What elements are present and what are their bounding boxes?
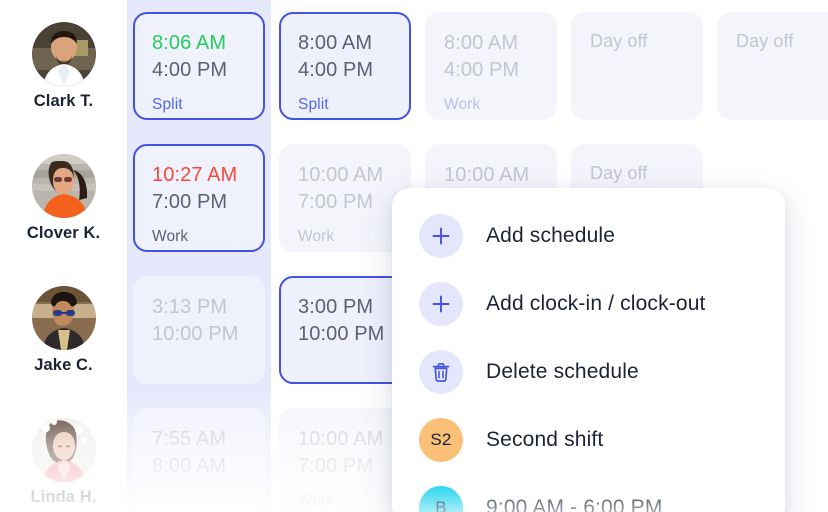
clock-in-time: 3:13 PM — [152, 296, 228, 318]
shift-badge-b: B — [419, 486, 463, 512]
trash-icon — [419, 350, 463, 394]
dayoff-label: Day off — [736, 31, 794, 51]
clock-in-time: 10:00 AM — [444, 164, 530, 186]
shift-label: Work — [298, 492, 335, 509]
clock-in-time: 8:06 AM — [152, 32, 227, 54]
employee-cell[interactable]: Clark T. — [0, 0, 127, 132]
clock-out-time: 10:00 PM — [152, 323, 239, 345]
clock-in-time: 10:00 AM — [298, 164, 384, 186]
dayoff-card[interactable]: Day off — [571, 12, 703, 120]
menu-item-label: 9:00 AM - 6:00 PM — [486, 496, 663, 512]
clock-in-time: 8:00 AM — [444, 32, 519, 54]
clock-out-time: 10:00 PM — [298, 323, 385, 345]
employee-name: Clover K. — [26, 224, 101, 243]
shift-label: Work — [152, 228, 189, 245]
menu-item-second-shift[interactable]: S2 Second shift — [392, 406, 785, 474]
shift-label: Work — [444, 96, 481, 113]
menu-item-label: Second shift — [486, 428, 604, 451]
employee-cell[interactable]: Jake C. — [0, 264, 127, 396]
schedule-cell[interactable]: 8:06 AM 4:00 PM Split — [133, 12, 265, 120]
menu-item-label: Delete schedule — [486, 360, 639, 383]
shift-label: Split — [298, 96, 329, 113]
menu-item-delete-schedule[interactable]: Delete schedule — [392, 338, 785, 406]
shift-label: Split — [152, 96, 183, 113]
menu-item-shift-b[interactable]: B 9:00 AM - 6:00 PM — [392, 474, 785, 512]
employee-cell[interactable]: Linda H. — [0, 396, 127, 512]
avatar — [31, 22, 96, 87]
clock-out-time: 4:00 PM — [298, 59, 374, 81]
plus-icon — [419, 214, 463, 258]
shift-card[interactable]: 8:06 AM 4:00 PM Split — [133, 12, 265, 120]
plus-icon — [419, 282, 463, 326]
clock-in-time: 3:00 PM — [298, 296, 374, 318]
schedule-cell[interactable]: 8:00 AM 4:00 PM Split — [279, 12, 411, 120]
schedule-cell[interactable]: 7:55 AM 8:00 AM — [133, 408, 265, 512]
clock-out-time: 7:00 PM — [298, 455, 374, 477]
shift-badge-text: B — [435, 498, 447, 512]
schedule-cell[interactable]: Day off — [571, 12, 703, 120]
table-row: Clark T. 8:06 AM 4:00 PM Split 8:00 AM 4… — [0, 0, 828, 132]
shift-badge-text: S2 — [430, 430, 452, 449]
schedule-app: Clark T. 8:06 AM 4:00 PM Split 8:00 AM 4… — [0, 0, 828, 512]
menu-item-label: Add clock-in / clock-out — [486, 292, 706, 315]
menu-item-add-clock-in-out[interactable]: Add clock-in / clock-out — [392, 270, 785, 338]
shift-label: Work — [298, 228, 335, 245]
clock-out-time: 7:00 PM — [298, 191, 374, 213]
clock-in-time: 7:55 AM — [152, 428, 227, 450]
context-menu: Add schedule Add clock-in / clock-out De… — [392, 188, 785, 512]
shift-card[interactable]: 10:27 AM 7:00 PM Work — [133, 144, 265, 252]
avatar — [31, 286, 96, 351]
dayoff-label: Day off — [590, 163, 648, 183]
clock-in-time: 10:00 AM — [298, 428, 384, 450]
employee-cell[interactable]: Clover K. — [0, 132, 127, 264]
employee-name: Jake C. — [34, 356, 93, 375]
employee-name: Linda H. — [30, 488, 97, 507]
shift-card[interactable]: 7:55 AM 8:00 AM — [133, 408, 265, 512]
schedule-cell[interactable]: Day off — [717, 12, 828, 120]
shift-card[interactable]: 8:00 AM 4:00 PM Work — [425, 12, 557, 120]
shift-badge-s2: S2 — [419, 418, 463, 462]
clock-in-time: 10:27 AM — [152, 164, 238, 186]
shift-card[interactable]: 3:13 PM 10:00 PM — [133, 276, 265, 384]
clock-out-time: 4:00 PM — [444, 59, 520, 81]
menu-item-label: Add schedule — [486, 224, 616, 247]
menu-item-add-schedule[interactable]: Add schedule — [392, 202, 785, 270]
clock-out-time: 7:00 PM — [152, 191, 228, 213]
shift-card[interactable]: 8:00 AM 4:00 PM Split — [279, 12, 411, 120]
schedule-cell[interactable]: 10:27 AM 7:00 PM Work — [133, 144, 265, 252]
dayoff-label: Day off — [590, 31, 648, 51]
schedule-cell[interactable]: 8:00 AM 4:00 PM Work — [425, 12, 557, 120]
avatar — [31, 418, 96, 483]
clock-out-time: 4:00 PM — [152, 59, 228, 81]
employee-name: Clark T. — [33, 92, 94, 111]
schedule-cell[interactable]: 3:13 PM 10:00 PM — [133, 276, 265, 384]
clock-in-time: 8:00 AM — [298, 32, 373, 54]
dayoff-card[interactable]: Day off — [717, 12, 828, 120]
avatar — [31, 154, 96, 219]
clock-out-time: 8:00 AM — [152, 455, 227, 477]
